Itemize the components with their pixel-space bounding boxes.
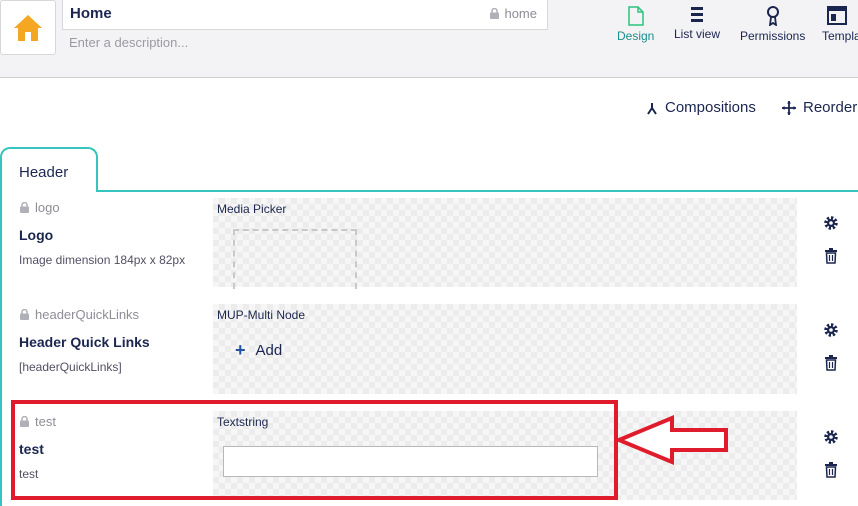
- plus-icon: +: [235, 340, 246, 360]
- app-tab-design[interactable]: Design: [617, 6, 654, 43]
- reorder-label: Reorder: [803, 99, 858, 116]
- lock-icon: [20, 202, 29, 213]
- move-icon: [782, 100, 796, 115]
- name-field[interactable]: Home home: [62, 0, 548, 30]
- delete-button[interactable]: [822, 354, 840, 372]
- app-tab-label: Permissions: [740, 29, 806, 43]
- compositions-button[interactable]: Compositions: [646, 99, 756, 116]
- property-alias[interactable]: logo: [20, 200, 60, 215]
- property-alias-text: logo: [35, 200, 60, 215]
- app-tab-templates[interactable]: Templa: [822, 6, 858, 43]
- trash-icon: [825, 462, 837, 478]
- app-tab-label: Templa: [822, 29, 858, 43]
- templates-icon: [827, 6, 847, 25]
- property-description: [headerQuickLinks]: [19, 360, 122, 374]
- property-editor-preview[interactable]: MUP-Multi Node + Add: [213, 304, 797, 394]
- name-value: Home: [70, 5, 112, 22]
- reorder-button[interactable]: Reorder: [782, 99, 857, 116]
- editor-header: Home home Enter a description... Design …: [0, 0, 858, 78]
- media-picker-placeholder[interactable]: [233, 229, 357, 289]
- settings-button[interactable]: [822, 321, 840, 339]
- pointer-arrow-icon: [616, 415, 728, 465]
- property-alias[interactable]: headerQuickLinks: [20, 307, 139, 322]
- icon-picker-button[interactable]: [0, 0, 56, 55]
- settings-button[interactable]: [822, 428, 840, 446]
- compositions-label: Compositions: [665, 99, 756, 116]
- group-border: [0, 190, 2, 506]
- group-divider: [0, 190, 858, 192]
- description-input[interactable]: Enter a description...: [69, 35, 188, 50]
- app-tab-list-view[interactable]: List view: [674, 6, 720, 41]
- list-view-icon: [691, 7, 703, 22]
- add-link[interactable]: + Add: [235, 340, 282, 361]
- compositions-icon: [647, 102, 657, 115]
- design-icon: [627, 6, 644, 26]
- property-label: Logo: [19, 227, 54, 243]
- delete-button[interactable]: [822, 247, 840, 265]
- tab-label: Header: [19, 164, 69, 181]
- settings-button[interactable]: [822, 214, 840, 232]
- add-label: Add: [255, 342, 283, 359]
- editor-name: MUP-Multi Node: [217, 308, 306, 322]
- gear-icon: [824, 430, 838, 444]
- property-label: Header Quick Links: [19, 334, 150, 350]
- app-tab-permissions[interactable]: Permissions: [740, 6, 805, 43]
- property-description: Image dimension 184px x 82px: [19, 253, 186, 267]
- trash-icon: [825, 355, 837, 371]
- alias-value: home: [504, 6, 537, 21]
- trash-icon: [825, 248, 837, 264]
- property-editor-preview[interactable]: Media Picker: [213, 198, 797, 289]
- editor-name: Media Picker: [217, 202, 287, 216]
- lock-icon: [20, 309, 29, 320]
- app-tab-label: List view: [674, 27, 721, 41]
- property-alias-text: headerQuickLinks: [35, 307, 140, 322]
- app-tab-label: Design: [617, 29, 655, 43]
- gear-icon: [824, 216, 838, 230]
- highlight-box: [11, 400, 618, 500]
- home-icon: [14, 14, 42, 41]
- gear-icon: [824, 323, 838, 337]
- lock-icon: [490, 8, 500, 19]
- tab-header[interactable]: Header: [0, 147, 98, 192]
- permissions-icon: [766, 6, 779, 26]
- alias-field[interactable]: home: [490, 6, 537, 21]
- delete-button[interactable]: [822, 461, 840, 479]
